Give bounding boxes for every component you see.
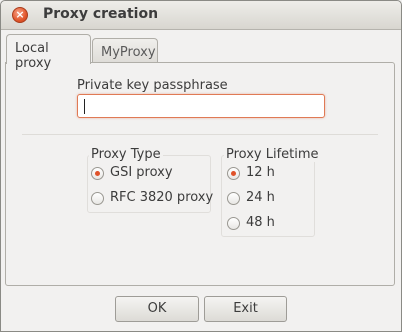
radio-lifetime-12h[interactable]: 12 h	[227, 165, 297, 183]
window-title: Proxy creation	[43, 6, 159, 22]
radio-lifetime-24h[interactable]: 24 h	[227, 190, 297, 208]
radio-label: RFC 3820 proxy	[110, 190, 214, 205]
title-bar: × Proxy creation	[1, 1, 401, 30]
passphrase-input[interactable]	[77, 94, 325, 118]
radio-label: GSI proxy	[110, 165, 173, 180]
radio-rfc3820-proxy[interactable]: RFC 3820 proxy	[91, 190, 213, 208]
proxy-lifetime-title: Proxy Lifetime	[224, 147, 321, 162]
ok-button[interactable]: OK	[115, 296, 199, 322]
radio-selected-icon[interactable]	[91, 167, 104, 180]
radio-unselected-icon[interactable]	[227, 192, 240, 205]
tab-local-proxy[interactable]: Local proxy	[6, 34, 91, 71]
radio-unselected-icon[interactable]	[227, 217, 240, 230]
radio-unselected-icon[interactable]	[91, 192, 104, 205]
radio-lifetime-48h[interactable]: 48 h	[227, 215, 297, 233]
radio-label: 24 h	[246, 190, 275, 205]
text-caret	[84, 99, 85, 114]
tab-label: MyProxy	[101, 45, 156, 60]
passphrase-label: Private key passphrase	[77, 78, 228, 93]
radio-label: 48 h	[246, 215, 275, 230]
separator	[22, 134, 378, 135]
proxy-type-title: Proxy Type	[89, 147, 163, 162]
close-icon[interactable]: ×	[12, 7, 28, 23]
radio-gsi-proxy[interactable]: GSI proxy	[91, 165, 201, 183]
exit-button[interactable]: Exit	[204, 296, 287, 322]
radio-label: 12 h	[246, 165, 275, 180]
radio-selected-icon[interactable]	[227, 167, 240, 180]
tab-label: Local proxy	[15, 41, 52, 71]
